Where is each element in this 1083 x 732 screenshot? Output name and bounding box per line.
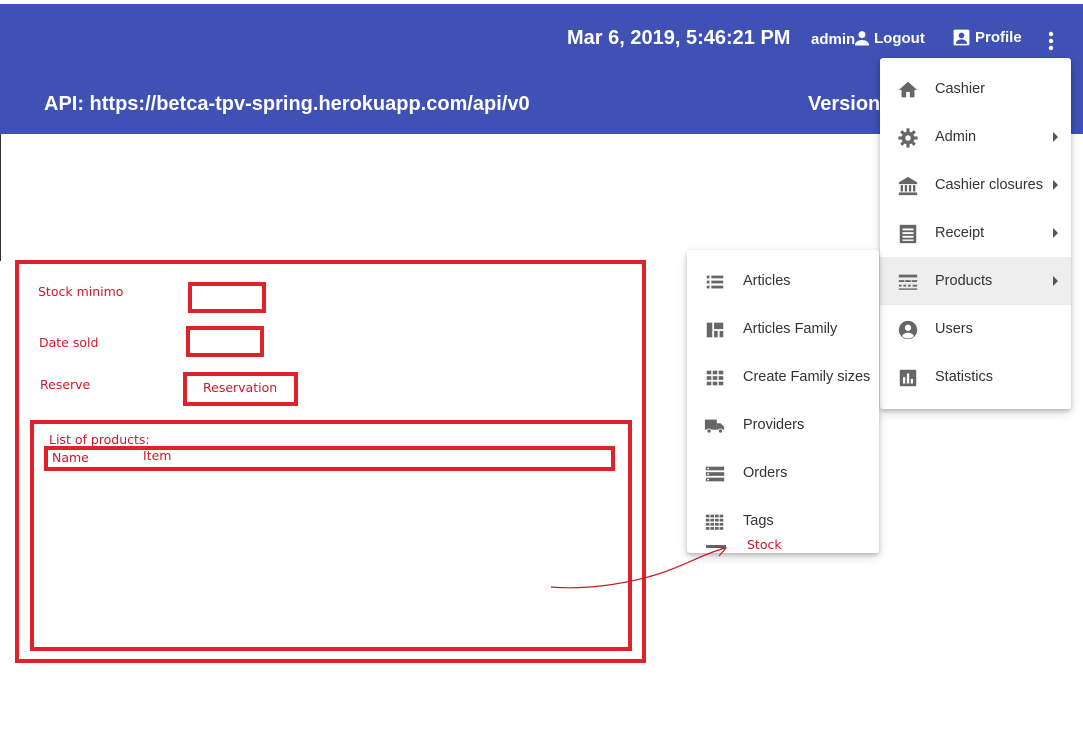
- submenu-item-label: Articles Family: [743, 321, 838, 337]
- dashboard-icon: [706, 322, 724, 338]
- home-icon: [898, 81, 918, 98]
- main-menu: Cashier Admin Cashier closures Receipt P…: [880, 58, 1071, 409]
- storage-icon: [705, 466, 725, 482]
- menu-item-label: Products: [935, 273, 993, 289]
- menu-item-label: Cashier: [935, 81, 985, 97]
- date-sold-label: Date sold: [39, 335, 99, 350]
- grid-icon: [706, 370, 724, 386]
- submenu-arrow-icon: [1053, 132, 1058, 142]
- products-icon: [898, 274, 918, 290]
- menu-item-label: Cashier closures: [935, 177, 1043, 193]
- profile-label: Profile: [975, 29, 1022, 46]
- submenu-item-providers[interactable]: Providers: [687, 401, 879, 449]
- menu-item-statistics[interactable]: Statistics: [880, 353, 1071, 401]
- submenu-item-label: Tags: [743, 513, 774, 529]
- clock-datetime: Mar 6, 2019, 5:46:21 PM: [567, 27, 791, 49]
- gear-icon: [898, 128, 918, 148]
- menu-item-cashier-closures[interactable]: Cashier closures: [880, 161, 1071, 209]
- account-circle-icon: [898, 320, 918, 340]
- reservation-text: Reservation: [203, 380, 278, 395]
- truck-icon: [704, 419, 725, 434]
- submenu-item-label: Orders: [743, 465, 788, 481]
- logout-button[interactable]: Logout: [852, 28, 925, 48]
- submenu-item-create-family-sizes[interactable]: Create Family sizes: [687, 353, 879, 401]
- submenu-item-orders[interactable]: Orders: [687, 449, 879, 497]
- list-icon: [706, 275, 724, 289]
- person-icon: [854, 31, 870, 46]
- bank-icon: [898, 176, 918, 196]
- submenu-arrow-icon: [1053, 276, 1058, 286]
- stock-minimo-label: Stock minimo: [38, 284, 124, 299]
- submenu-item-articles-family[interactable]: Articles Family: [687, 305, 879, 353]
- logout-label: Logout: [874, 29, 925, 47]
- submenu-item-label: Providers: [743, 417, 805, 433]
- submenu-item-label: Create Family sizes: [743, 369, 871, 385]
- menu-item-label: Admin: [935, 129, 977, 145]
- submenu-arrow-icon: [1053, 228, 1058, 238]
- receipt-icon: [899, 224, 917, 244]
- column-item: Item: [143, 448, 172, 463]
- username: admin: [811, 31, 856, 48]
- api-url-text: API: https://betca-tpv-spring.herokuapp.…: [44, 93, 530, 115]
- chart-icon: [899, 369, 917, 387]
- menu-item-cashier[interactable]: Cashier: [880, 65, 1071, 113]
- stock-minimo-input[interactable]: [188, 282, 266, 313]
- menu-item-products[interactable]: Products: [880, 257, 1071, 305]
- content-border: [0, 134, 1, 261]
- menu-item-label: Receipt: [935, 225, 985, 241]
- menu-item-label: Users: [935, 321, 973, 337]
- account-box-icon: [953, 29, 970, 46]
- submenu-item-label: Articles: [743, 273, 791, 289]
- profile-button[interactable]: Profile: [952, 28, 1022, 47]
- column-name: Name: [52, 450, 89, 465]
- menu-item-admin[interactable]: Admin: [880, 113, 1071, 161]
- apps-grid-icon: [705, 514, 724, 530]
- annotation-arrow: [550, 546, 728, 589]
- menu-item-receipt[interactable]: Receipt: [880, 209, 1071, 257]
- date-sold-input[interactable]: [186, 326, 264, 357]
- product-list-title: List of products:: [49, 432, 150, 447]
- menu-item-users[interactable]: Users: [880, 305, 1071, 353]
- submenu-arrow-icon: [1053, 180, 1058, 190]
- products-submenu: Articles Articles Family Create Family s…: [687, 250, 879, 553]
- product-list-header-row: [44, 446, 615, 471]
- more-vert-icon[interactable]: [1042, 30, 1060, 52]
- submenu-item-tags[interactable]: Tags: [687, 497, 879, 545]
- reserve-label: Reserve: [40, 377, 91, 392]
- menu-item-label: Statistics: [935, 369, 994, 385]
- submenu-item-articles[interactable]: Articles: [687, 257, 879, 305]
- stock-annotation: Stock: [747, 537, 782, 552]
- version-text: Version:: [808, 93, 887, 115]
